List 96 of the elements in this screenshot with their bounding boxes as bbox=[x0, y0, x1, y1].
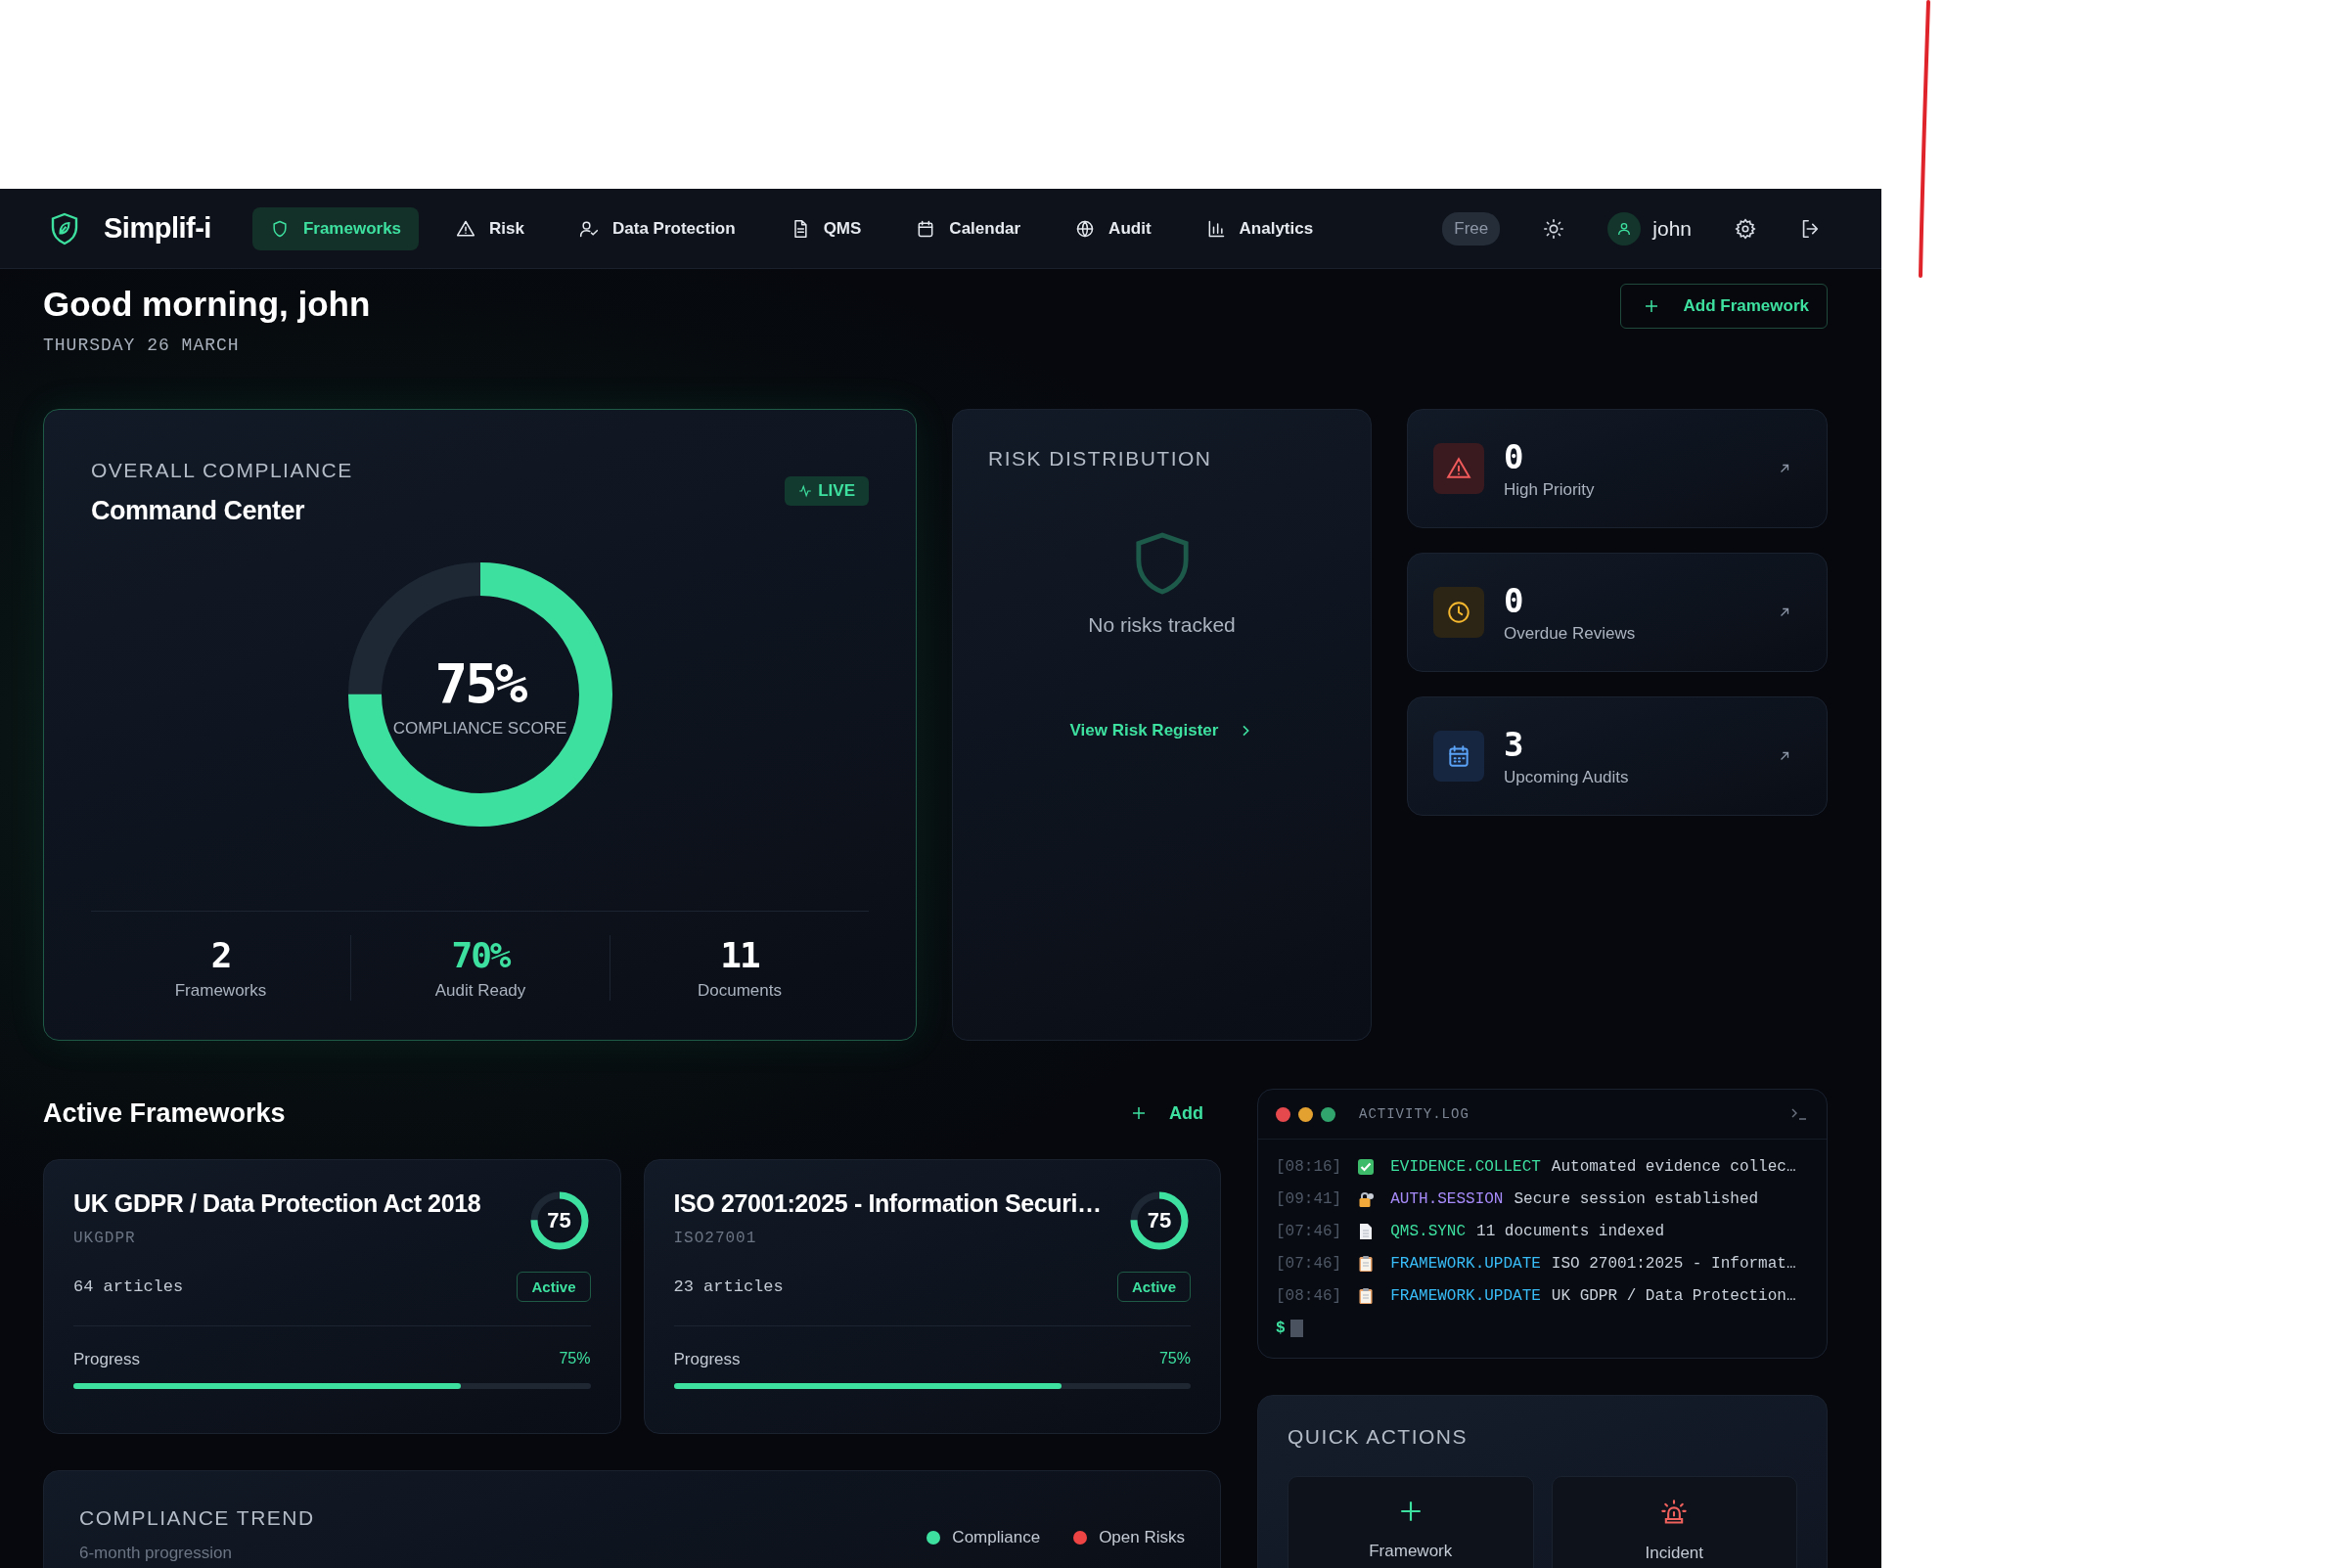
stat-value: 3 bbox=[1504, 725, 1525, 764]
cursor-block bbox=[1289, 1319, 1303, 1337]
progress-label: Progress bbox=[673, 1350, 741, 1369]
quick-action-button[interactable]: Incident bbox=[1551, 1476, 1797, 1568]
clipboard-icon bbox=[1357, 1286, 1376, 1305]
plan-badge: Free bbox=[1442, 211, 1501, 246]
stat-label: Documents bbox=[698, 981, 782, 1001]
nav-tab[interactable]: Audit bbox=[1058, 206, 1169, 250]
globe-icon bbox=[1075, 218, 1096, 239]
stat-value: 0 bbox=[1504, 437, 1525, 476]
nav-tab[interactable]: Calendar bbox=[898, 206, 1039, 250]
add-button[interactable]: Add bbox=[1130, 1102, 1203, 1124]
plus-icon bbox=[1130, 1104, 1148, 1122]
log-time: [08:46] bbox=[1276, 1286, 1342, 1305]
progress-value: 75% bbox=[559, 1350, 591, 1368]
score-ring: 75 bbox=[1128, 1189, 1191, 1252]
stat-label: Frameworks bbox=[174, 981, 267, 1001]
card-eyebrow: OVERALL COMPLIANCE bbox=[91, 459, 353, 482]
prompt-symbol: $ bbox=[1276, 1319, 1286, 1337]
user-menu[interactable]: john bbox=[1607, 211, 1692, 246]
stat-card[interactable]: 0 High Priority bbox=[1407, 409, 1828, 528]
quick-action-button[interactable]: Framework bbox=[1288, 1476, 1534, 1568]
log-event: FRAMEWORK.UPDATE bbox=[1390, 1254, 1541, 1273]
lock-icon bbox=[1357, 1189, 1376, 1208]
warning-icon bbox=[1433, 443, 1484, 494]
card-eyebrow: RISK DISTRIBUTION bbox=[988, 447, 1212, 470]
greeting-heading: Good morning, john bbox=[43, 285, 371, 324]
log-time: [07:46] bbox=[1276, 1222, 1342, 1240]
log-event: QMS.SYNC bbox=[1390, 1222, 1467, 1240]
card-eyebrow: COMPLIANCE TREND bbox=[79, 1506, 315, 1530]
nav-tab[interactable]: QMS bbox=[772, 206, 880, 250]
calendar-icon bbox=[1433, 731, 1484, 782]
log-message: Automated evidence collec… bbox=[1551, 1157, 1796, 1176]
log-time: [07:46] bbox=[1276, 1254, 1342, 1273]
stat-value: 0 bbox=[1504, 581, 1525, 620]
date-label: THURSDAY 26 MARCH bbox=[43, 336, 241, 355]
log-message: ISO 27001:2025 - Informat… bbox=[1551, 1254, 1796, 1273]
log-time: [08:16] bbox=[1276, 1157, 1342, 1176]
stat-label: Upcoming Audits bbox=[1504, 768, 1630, 787]
sun-icon[interactable] bbox=[1543, 217, 1565, 240]
log-time: [09:41] bbox=[1276, 1189, 1342, 1208]
card-title: Command Center bbox=[91, 496, 306, 526]
add-framework-button[interactable]: Add Framework bbox=[1619, 284, 1828, 329]
stat-card[interactable]: 3 Upcoming Audits bbox=[1407, 696, 1828, 816]
article-count: 23 articles bbox=[673, 1277, 784, 1296]
score-value: 75% bbox=[434, 650, 525, 715]
settings-icon[interactable] bbox=[1735, 217, 1756, 240]
stat-value: 11 bbox=[720, 935, 759, 975]
shield-icon bbox=[1133, 531, 1191, 596]
card-subtitle: 6-month progression bbox=[79, 1544, 233, 1563]
log-message: Secure session established bbox=[1514, 1189, 1759, 1208]
stat-label: Overdue Reviews bbox=[1504, 624, 1637, 644]
article-count: 64 articles bbox=[73, 1277, 184, 1296]
card-eyebrow: QUICK ACTIONS bbox=[1288, 1425, 1469, 1449]
checkmark-icon bbox=[1357, 1157, 1376, 1176]
log-message: UK GDPR / Data Protection… bbox=[1551, 1286, 1796, 1305]
stat-label: Audit Ready bbox=[434, 981, 526, 1001]
progress-label: Progress bbox=[73, 1350, 141, 1369]
clipboard-icon bbox=[1357, 1254, 1376, 1273]
framework-code: UKGDPR bbox=[73, 1230, 137, 1247]
pulse-icon bbox=[798, 484, 813, 498]
window-dots-icon bbox=[1276, 1106, 1335, 1122]
framework-code: ISO27001 bbox=[673, 1230, 758, 1247]
stat-value: 70% bbox=[451, 935, 510, 975]
nav-tab[interactable]: Risk bbox=[438, 206, 542, 250]
log-event: EVIDENCE.COLLECT bbox=[1390, 1157, 1541, 1176]
log-message: 11 documents indexed bbox=[1476, 1222, 1665, 1240]
framework-card[interactable]: UK GDPR / Data Protection Act 2018 UKGDPR 75 64 articles Active Progress 75% bbox=[43, 1159, 621, 1434]
framework-title: ISO 27001:2025 - Information Securi… bbox=[673, 1189, 1102, 1218]
avatar-icon bbox=[1607, 211, 1642, 246]
warning-icon bbox=[456, 218, 476, 239]
empty-message: No risks tracked bbox=[1088, 613, 1236, 637]
stat-label: High Priority bbox=[1504, 480, 1596, 500]
legend-label: Open Risks bbox=[1099, 1528, 1185, 1547]
live-badge: LIVE bbox=[785, 476, 869, 506]
siren-icon bbox=[1660, 1499, 1689, 1526]
stat-card[interactable]: 0 Overdue Reviews bbox=[1407, 553, 1828, 672]
brand-name: Simplif-i bbox=[104, 212, 211, 245]
framework-card[interactable]: ISO 27001:2025 - Information Securi… ISO27001 75 23 articles Active Progress 75% bbox=[643, 1159, 1221, 1434]
log-title: ACTIVITY.LOG bbox=[1359, 1106, 1470, 1122]
clock-icon bbox=[1433, 587, 1484, 638]
view-risk-register-link[interactable]: View Risk Register bbox=[1069, 721, 1254, 740]
section-heading: Active Frameworks bbox=[43, 1098, 286, 1129]
status-badge: Active bbox=[517, 1272, 591, 1302]
progress-value: 75% bbox=[1158, 1350, 1191, 1368]
log-event: FRAMEWORK.UPDATE bbox=[1390, 1286, 1541, 1305]
nav-tab[interactable]: Data Protection bbox=[562, 206, 753, 250]
status-badge: Active bbox=[1116, 1272, 1191, 1302]
legend-label: Compliance bbox=[952, 1528, 1041, 1547]
framework-title: UK GDPR / Data Protection Act 2018 bbox=[73, 1189, 481, 1218]
log-event: AUTH.SESSION bbox=[1390, 1189, 1504, 1208]
stat-value: 2 bbox=[210, 935, 231, 975]
nav-tab[interactable]: Frameworks bbox=[251, 206, 420, 250]
terminal-icon bbox=[1791, 1108, 1807, 1120]
nav-tab[interactable]: Analytics bbox=[1188, 206, 1332, 250]
score-label: COMPLIANCE SCORE bbox=[392, 718, 567, 739]
